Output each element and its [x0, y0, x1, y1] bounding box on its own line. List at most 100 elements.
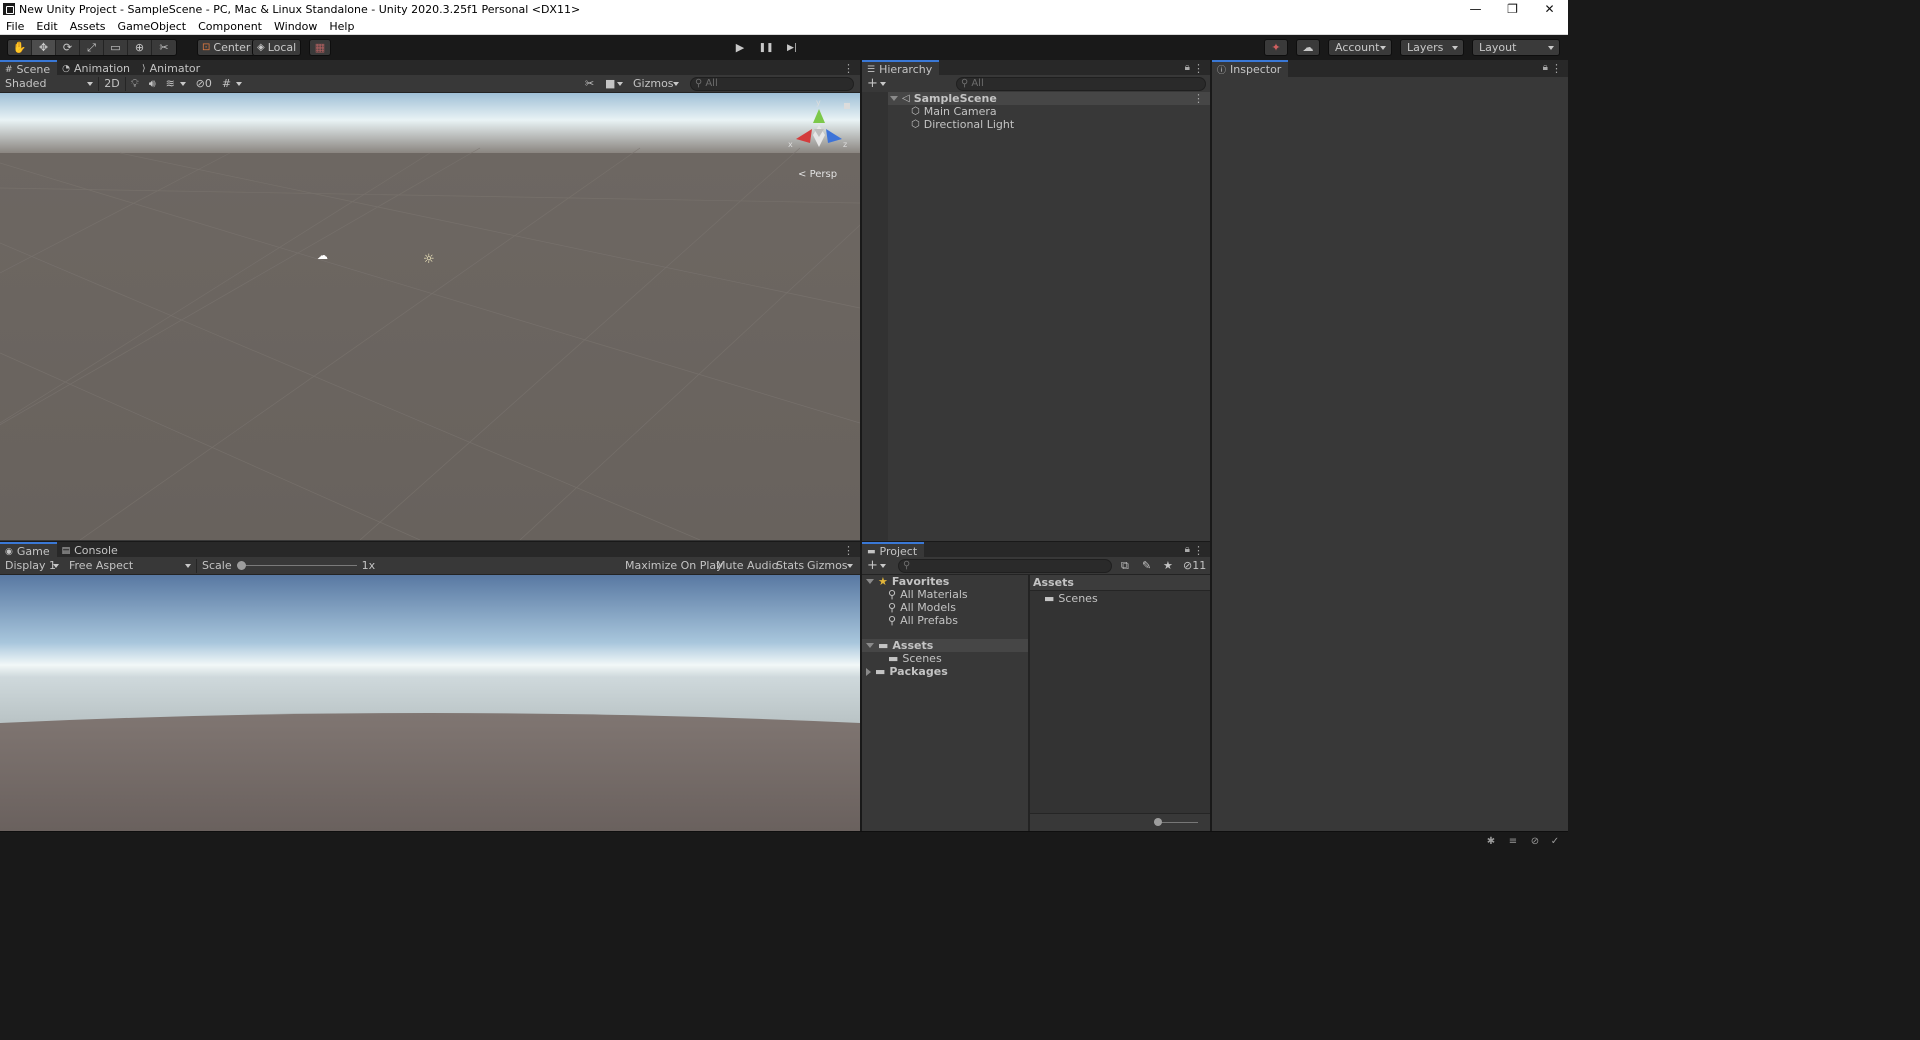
favorite-item-all-materials[interactable]: ⚲ All Materials [888, 588, 968, 601]
menu-component[interactable]: Component [192, 20, 268, 33]
more-options-icon[interactable]: ⋮ [843, 62, 854, 75]
scale-slider-thumb[interactable] [236, 560, 246, 570]
expand-arrow-icon[interactable] [866, 579, 874, 584]
scale-slider[interactable] [236, 559, 357, 573]
lock-icon[interactable]: 🔒︎ [1185, 544, 1190, 555]
game-gizmos-dropdown[interactable]: Gizmos [802, 558, 858, 574]
check-circle-icon[interactable]: ✓ [1548, 834, 1562, 848]
scene-options-icon[interactable]: ⋮ [1193, 92, 1204, 105]
hierarchy-item-main-camera[interactable]: ⬡ Main Camera [911, 105, 997, 118]
2d-toggle[interactable]: 2D [99, 76, 125, 92]
collab-button[interactable]: ✦ [1264, 39, 1288, 56]
tools-toggle[interactable]: ✂ [580, 76, 599, 92]
favorite-item-all-prefabs[interactable]: ⚲ All Prefabs [888, 614, 958, 627]
expand-arrow-icon[interactable] [866, 643, 874, 648]
grid-visibility-dropdown[interactable]: # [217, 76, 247, 92]
orientation-gizmo[interactable]: y x z [788, 98, 850, 159]
tree-assets-row[interactable]: ▬ Assets [866, 639, 933, 652]
tree-scenes-folder[interactable]: ▬ Scenes [888, 652, 942, 665]
hierarchy-item-directional-light[interactable]: ⬡ Directional Light [911, 118, 1014, 131]
project-content-area: Assets ▬ Scenes [1030, 575, 1210, 831]
cloud-button[interactable]: ☁ [1296, 39, 1320, 56]
menu-window[interactable]: Window [268, 20, 323, 33]
pivot-mode-button[interactable]: ⊡ Center [197, 39, 256, 56]
hidden-packages-toggle[interactable]: ⊘ 11 [1178, 558, 1211, 574]
camera-gizmo-icon[interactable]: ☁ [317, 249, 328, 262]
more-options-icon[interactable]: ⋮ [1193, 544, 1204, 557]
layout-dropdown[interactable]: Layout [1472, 39, 1560, 56]
save-search-button[interactable]: ★ [1158, 558, 1178, 574]
search-by-label-button[interactable]: ✎ [1137, 558, 1156, 574]
status-bar: ✱ ≡ ⊘ ✓ [0, 831, 1568, 849]
hierarchy-scene-row[interactable]: ◁ SampleScene [890, 92, 997, 105]
draw-mode-dropdown[interactable]: Shaded [0, 76, 98, 92]
rect-tool-button[interactable]: ▭ [104, 40, 128, 55]
create-dropdown[interactable]: + [862, 76, 888, 92]
content-breadcrumb[interactable]: Assets [1030, 575, 1210, 591]
project-search-input[interactable]: ⚲ [898, 558, 1112, 573]
pause-button[interactable]: ❚❚ [754, 39, 778, 56]
close-button[interactable]: ✕ [1531, 0, 1568, 18]
perspective-toggle[interactable]: < Persp [798, 169, 837, 180]
more-options-icon[interactable]: ⋮ [1193, 62, 1204, 75]
hidden-objects-toggle[interactable]: ⊘ 0 [191, 76, 217, 92]
project-panel: ▬ Project 🔒︎ ⋮ + ⚲ ⧉ ✎ ★ ⊘ 11 ★ Favorite… [862, 542, 1210, 831]
game-viewport[interactable] [0, 575, 860, 831]
collapse-arrow-icon[interactable] [866, 667, 871, 676]
baking-status-icon[interactable]: ≡ [1506, 834, 1520, 848]
custom-tool-button[interactable]: ✂ [152, 40, 176, 55]
tree-packages-row[interactable]: ▬ Packages [866, 665, 948, 678]
grid-snap-button[interactable]: ▦ [309, 39, 331, 56]
hand-tool-button[interactable]: ✋ [8, 40, 32, 55]
game-panel: ◉ Game ▤ Console ⋮ Display 1 Free Aspect… [0, 542, 860, 575]
scene-viewport[interactable]: ☁ ☼ y x z < Persp [0, 93, 860, 540]
step-button[interactable]: ▶| [780, 39, 804, 56]
step-icon: ▶| [787, 42, 797, 53]
menu-assets[interactable]: Assets [64, 20, 112, 33]
favorites-row[interactable]: ★ Favorites [866, 575, 949, 588]
account-dropdown[interactable]: Account [1328, 39, 1392, 56]
aspect-dropdown[interactable]: Free Aspect [64, 558, 196, 574]
audio-toggle[interactable]: 🔊︎ [144, 76, 161, 92]
scene-search-input[interactable]: ⚲ All [690, 76, 854, 91]
menu-gameobject[interactable]: GameObject [112, 20, 193, 33]
layers-dropdown[interactable]: Layers [1400, 39, 1464, 56]
menu-file[interactable]: File [0, 20, 30, 33]
tab-inspector[interactable]: ⓘ Inspector [1212, 60, 1289, 77]
folder-icon: ▬ [875, 665, 886, 678]
scale-tool-button[interactable]: ⤢ [80, 40, 104, 55]
layout-label: Layout [1479, 41, 1517, 54]
more-options-icon[interactable]: ⋮ [843, 544, 854, 557]
lock-icon[interactable]: 🔒︎ [1185, 62, 1190, 73]
icon-size-slider[interactable] [1154, 818, 1198, 826]
favorite-item-all-models[interactable]: ⚲ All Models [888, 601, 956, 614]
debug-bug-icon[interactable]: ✱ [1484, 834, 1498, 848]
minimize-button[interactable]: — [1457, 0, 1494, 18]
search-icon: ⚲ [903, 560, 911, 571]
expand-arrow-icon[interactable] [890, 96, 898, 101]
content-item-scenes-folder[interactable]: ▬ Scenes [1044, 592, 1098, 605]
rotate-tool-button[interactable]: ⟳ [56, 40, 80, 55]
collab-status-icon[interactable]: ⊘ [1528, 834, 1542, 848]
lock-icon[interactable]: 🔒︎ [1543, 62, 1548, 73]
gizmos-dropdown[interactable]: Gizmos [628, 76, 684, 92]
restore-button[interactable]: ❐ [1494, 0, 1531, 18]
effects-dropdown[interactable]: ≋ [161, 76, 191, 92]
gizmo-lock-icon[interactable] [844, 103, 850, 109]
lighting-toggle[interactable]: 💡︎ [126, 76, 144, 92]
more-options-icon[interactable]: ⋮ [1551, 62, 1562, 75]
menu-help[interactable]: Help [323, 20, 360, 33]
directional-light-gizmo-icon[interactable]: ☼ [423, 252, 435, 267]
move-tool-button[interactable]: ✥ [32, 40, 56, 55]
icon-size-slider-thumb[interactable] [1154, 818, 1162, 826]
play-button[interactable]: ▶ [728, 39, 752, 56]
project-create-dropdown[interactable]: + [862, 558, 888, 574]
hierarchy-search-input[interactable]: ⚲ All [956, 76, 1206, 91]
display-dropdown[interactable]: Display 1 [0, 558, 64, 574]
transform-tool-button[interactable]: ⊕ [128, 40, 152, 55]
camera-settings-dropdown[interactable]: ■ [600, 76, 628, 92]
search-by-type-button[interactable]: ⧉ [1116, 558, 1134, 574]
pivot-rotation-button[interactable]: ◈ Local [252, 39, 302, 56]
menu-edit[interactable]: Edit [30, 20, 63, 33]
scene-search-placeholder: All [705, 78, 718, 89]
